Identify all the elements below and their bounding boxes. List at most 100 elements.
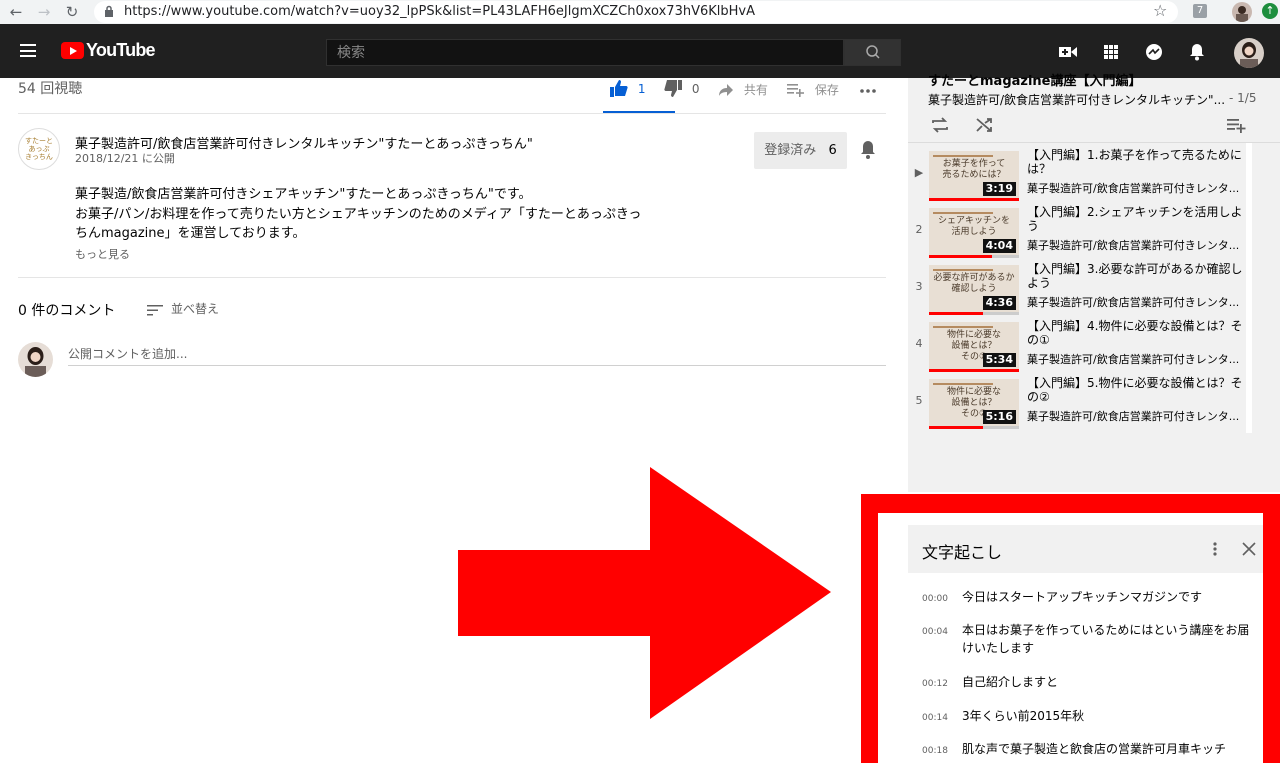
transcript-line[interactable]: 今日はスタートアップキッチンマガジンです xyxy=(962,588,1252,606)
annotation-arrow xyxy=(458,467,831,719)
transcript-timestamp[interactable]: 00:00 xyxy=(922,594,948,604)
save-button[interactable]: 保存 xyxy=(787,81,839,98)
transcript-timestamp[interactable]: 00:12 xyxy=(922,679,948,689)
video-thumbnail[interactable]: シェアキッチンを 活用しよう 4:04 xyxy=(929,208,1019,258)
video-channel: 菓子製造許可/飲食店営業許可付きレンタ... xyxy=(1027,296,1240,309)
description-line: ちんmagazine」を運営しております。 xyxy=(75,226,306,241)
video-duration: 4:36 xyxy=(982,296,1016,310)
video-title[interactable]: 【入門編】3.必要な許可があるか確認しよう xyxy=(1027,262,1253,290)
like-count: 1 xyxy=(637,81,646,96)
watch-progress xyxy=(929,312,1019,315)
save-label: 保存 xyxy=(814,83,839,97)
video-thumbnail[interactable]: 必要な許可があるか 確認しよう 4:36 xyxy=(929,265,1019,315)
loop-icon[interactable] xyxy=(930,116,950,134)
more-icon[interactable] xyxy=(859,88,877,94)
playlist-item-index: 5 xyxy=(915,394,923,407)
transcript-line[interactable]: 3年くらい前2015年秋 xyxy=(962,707,1252,725)
watch-progress xyxy=(929,198,1019,201)
browser-profile-avatar[interactable] xyxy=(1232,2,1252,22)
reload-icon[interactable]: ↻ xyxy=(62,2,82,22)
video-channel: 菓子製造許可/飲食店営業許可付きレンタ... xyxy=(1027,353,1240,366)
account-avatar[interactable] xyxy=(1234,38,1264,68)
update-icon[interactable]: ↑ xyxy=(1262,3,1278,19)
divider xyxy=(18,113,886,114)
like-button[interactable]: 1 xyxy=(610,80,645,97)
playlist-channel[interactable]: 菓子製造許可/飲食店営業許可付きレンタルキッチン"... xyxy=(928,91,1225,108)
video-channel: 菓子製造許可/飲食店営業許可付きレンタ... xyxy=(1027,182,1240,195)
shuffle-icon[interactable] xyxy=(974,116,994,134)
sort-label: 並べ替え xyxy=(171,302,220,316)
close-icon[interactable] xyxy=(1242,542,1256,556)
transcript-timestamp[interactable]: 00:14 xyxy=(922,713,948,723)
search-box[interactable] xyxy=(326,39,844,66)
dislike-button[interactable]: 0 xyxy=(664,80,699,97)
extension-icon[interactable]: 7 xyxy=(1193,4,1207,18)
video-thumbnail[interactable]: 物件に必要な 設備とは？ その① 5:34 xyxy=(929,322,1019,372)
transcript-title: 文字起こし xyxy=(922,543,1003,562)
create-video-icon[interactable] xyxy=(1058,43,1078,61)
transcript-line[interactable]: 自己紹介しますと xyxy=(962,673,1252,691)
subscriber-count: 6 xyxy=(828,143,837,158)
view-count: 54 回視聴 xyxy=(18,81,83,97)
watch-progress xyxy=(929,426,1019,429)
playlist-panel: すたーとmagazine講座【入門編】 菓子製造許可/飲食店営業許可付きレンタル… xyxy=(908,74,1280,492)
more-vert-icon[interactable] xyxy=(1208,541,1222,557)
video-duration: 4:04 xyxy=(982,239,1016,253)
video-title[interactable]: 【入門編】5.物件に必要な設備とは？その② xyxy=(1027,376,1253,404)
search-input[interactable] xyxy=(327,40,843,65)
back-icon[interactable]: ← xyxy=(6,2,26,22)
video-thumbnail[interactable]: 物件に必要な 設備とは？ その② 5:16 xyxy=(929,379,1019,429)
show-more-link[interactable]: もっと見る xyxy=(75,246,130,262)
add-to-playlist-icon xyxy=(787,83,804,97)
star-icon[interactable]: ☆ xyxy=(1153,1,1167,20)
playlist-item[interactable]: 3 必要な許可があるか 確認しよう 4:36 【入門編】3.必要な許可があるか確… xyxy=(908,262,1253,319)
menu-icon[interactable] xyxy=(20,44,36,57)
bell-icon[interactable] xyxy=(859,140,877,160)
playlist-item[interactable]: ▶ お菓子を作って 売るためには？ 3:19 【入門編】1.お菓子を作って売るた… xyxy=(908,148,1253,205)
save-playlist-icon[interactable] xyxy=(1226,116,1246,134)
transcript-timestamp[interactable]: 00:18 xyxy=(922,746,948,756)
video-title[interactable]: 【入門編】2.シェアキッチンを活用しよう xyxy=(1027,205,1253,233)
thumbs-down-icon xyxy=(664,80,682,97)
apps-icon[interactable] xyxy=(1101,43,1121,61)
video-title[interactable]: 【入門編】4.物件に必要な設備とは？その① xyxy=(1027,319,1253,347)
subscribe-label: 登録済み xyxy=(764,143,817,158)
playlist-item-index: 3 xyxy=(915,280,923,293)
watch-progress xyxy=(929,369,1019,372)
share-label: 共有 xyxy=(743,83,768,97)
video-thumbnail[interactable]: お菓子を作って 売るためには？ 3:19 xyxy=(929,151,1019,201)
video-channel: 菓子製造許可/飲食店営業許可付きレンタ... xyxy=(1027,410,1240,423)
share-icon xyxy=(719,83,733,96)
logo-text: YouTube xyxy=(86,40,156,60)
notifications-icon[interactable] xyxy=(1187,43,1207,61)
youtube-play-icon xyxy=(61,42,84,59)
channel-avatar[interactable]: すたーと あっぷ きっちん xyxy=(18,128,60,170)
comment-input[interactable] xyxy=(68,342,886,366)
user-avatar xyxy=(18,342,53,377)
playlist-scrollbar[interactable] xyxy=(1246,143,1252,433)
video-title[interactable]: 【入門編】1.お菓子を作って売るためには？ xyxy=(1027,148,1253,176)
address-bar[interactable]: https://www.youtube.com/watch?v=uoy32_lp… xyxy=(94,1,1178,23)
video-channel: 菓子製造許可/飲食店営業許可付きレンタ... xyxy=(1027,239,1240,252)
divider xyxy=(18,277,886,278)
watch-progress xyxy=(929,255,1019,258)
playlist-title[interactable]: すたーとmagazine講座【入門編】 xyxy=(928,70,1142,89)
subscribed-button[interactable]: 登録済み 6 xyxy=(754,132,847,169)
search-button[interactable] xyxy=(844,39,901,66)
playlist-item[interactable]: 2 シェアキッチンを 活用しよう 4:04 【入門編】2.シェアキッチンを活用し… xyxy=(908,205,1253,262)
transcript-timestamp[interactable]: 00:04 xyxy=(922,627,948,637)
transcript-header: 文字起こし xyxy=(908,525,1263,573)
browser-toolbar: ← → ↻ https://www.youtube.com/watch?v=uo… xyxy=(0,0,1280,24)
messages-icon[interactable] xyxy=(1144,43,1164,61)
comments-count: 0 件のコメント xyxy=(18,303,116,319)
forward-icon[interactable]: → xyxy=(34,2,54,22)
transcript-line[interactable]: 本日はお菓子を作っているためにはという講座をお届けいたします xyxy=(962,621,1257,657)
playlist-item[interactable]: 5 物件に必要な 設備とは？ その② 5:16 【入門編】5.物件に必要な設備と… xyxy=(908,376,1253,433)
thumbs-up-icon xyxy=(610,80,628,97)
video-duration: 5:34 xyxy=(982,353,1016,367)
share-button[interactable]: 共有 xyxy=(718,81,768,98)
dislike-count: 0 xyxy=(691,81,700,96)
sort-button[interactable]: 並べ替え xyxy=(147,300,219,317)
transcript-line[interactable]: 肌な声で菓子製造と飲食店の営業許可月車キッチ xyxy=(962,740,1252,758)
playlist-item[interactable]: 4 物件に必要な 設備とは？ その① 5:34 【入門編】4.物件に必要な設備と… xyxy=(908,319,1253,376)
